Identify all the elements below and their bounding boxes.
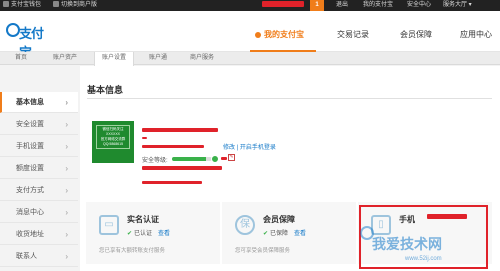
avatar[interactable]: 微信扫码关注 XXXXXX 官方网络交流群 QQ:5868615 xyxy=(92,121,134,163)
chevron-right-icon: › xyxy=(65,164,68,173)
protection-view-link[interactable]: 查看 xyxy=(294,231,306,237)
protection-title: 会员保障 xyxy=(263,215,295,224)
phone-icon xyxy=(3,1,9,8)
check-icon: ✔ xyxy=(127,231,133,237)
divider xyxy=(87,98,492,99)
redacted-email xyxy=(142,166,222,170)
protection-status: ✔ 已保障 查看 xyxy=(263,231,307,237)
watermark-url: www.52ij.com xyxy=(405,256,442,262)
redacted-name xyxy=(142,128,218,132)
sidebar-item-messages[interactable]: 消息中心 › xyxy=(0,202,78,223)
message-count[interactable]: 1 xyxy=(310,0,324,11)
realname-view-link[interactable]: 查看 xyxy=(158,231,170,237)
check-icon: ✔ xyxy=(263,231,269,237)
nav-transactions[interactable]: 交易记录 xyxy=(337,29,369,40)
alipay-logo-icon xyxy=(6,23,20,37)
protection-desc: 您可享受会员保障服务 xyxy=(235,248,291,254)
nav-my-alipay[interactable]: 我的支付宝 xyxy=(255,29,304,40)
page-title: 基本信息 xyxy=(87,85,124,95)
security-level-label: 安全等级: xyxy=(142,158,168,164)
chevron-right-icon: › xyxy=(65,186,68,195)
chevron-right-icon: › xyxy=(65,120,68,129)
chevron-right-icon: › xyxy=(65,230,68,239)
avatar-text: 微信扫码关注 XXXXXX 官方网络交流群 QQ:5868615 xyxy=(96,125,130,149)
sidebar-item-security[interactable]: 安全设置 › xyxy=(0,114,78,135)
security-center-link[interactable]: 安全中心 xyxy=(407,1,431,10)
sidebar-item-contacts[interactable]: 联系人 › xyxy=(0,246,78,267)
id-card-icon: ▭ xyxy=(99,215,119,235)
switch-icon xyxy=(53,1,59,8)
realname-title: 实名认证 xyxy=(127,215,159,224)
redacted-level xyxy=(221,157,227,160)
security-level-knob xyxy=(211,155,219,163)
redacted-mark xyxy=(142,137,147,139)
redacted-login-time xyxy=(142,181,202,184)
sidebar-item-address[interactable]: 收货地址 › xyxy=(0,224,78,245)
user-icon xyxy=(255,31,261,38)
realname-desc: 您已享有大额转账支付服务 xyxy=(99,248,166,254)
redacted-account xyxy=(142,145,204,148)
nav-member-protection[interactable]: 会员保障 xyxy=(400,29,432,40)
sub-nav: 首页 账户资产 账户设置 账户通 商户服务 xyxy=(0,52,500,66)
tab-home[interactable]: 首页 xyxy=(8,52,34,65)
watermark-text: 我爱技术网 xyxy=(372,236,442,252)
tab-account-settings[interactable]: 账户设置 xyxy=(94,52,135,66)
wallet-link[interactable]: 支付宝钱包 xyxy=(3,1,41,10)
username-redacted xyxy=(262,1,304,10)
edit-icon[interactable]: ✎ xyxy=(228,154,235,161)
sidebar-item-payment[interactable]: 支付方式 › xyxy=(0,180,78,201)
realname-card: ▭ 实名认证 ✔ 已认证 查看 您已享有大额转账支付服务 xyxy=(86,202,220,264)
account-links[interactable]: 修改 | 开启手机登录 xyxy=(223,142,276,151)
tab-assets[interactable]: 账户资产 xyxy=(46,52,84,65)
header: 支付宝 我的支付宝 交易记录 会员保障 应用中心 xyxy=(0,11,500,60)
security-level-fill xyxy=(172,157,206,161)
tab-account-link[interactable]: 账户通 xyxy=(142,52,174,65)
chevron-right-icon: › xyxy=(65,252,68,261)
alipay-logo[interactable]: 支付宝 xyxy=(6,21,50,60)
tab-merchant[interactable]: 商户服务 xyxy=(183,52,221,65)
sidebar-item-limits[interactable]: 额度设置 › xyxy=(0,158,78,179)
sidebar: 基本信息 › 安全设置 › 手机设置 › 额度设置 › 支付方式 › 消息中心 › 收货地址… xyxy=(0,92,78,271)
chevron-right-icon: › xyxy=(65,98,68,107)
protection-card: 保 会员保障 ✔ 已保障 查看 您可享受会员保障服务 xyxy=(222,202,356,264)
nav-app-center[interactable]: 应用中心 xyxy=(460,29,492,40)
logout-link[interactable]: 退出 xyxy=(336,1,348,10)
my-alipay-link[interactable]: 我的支付宝 xyxy=(363,1,393,10)
switch-account-link[interactable]: 切换到商户版 xyxy=(53,1,97,10)
redacted-phone xyxy=(427,214,467,219)
top-bar: 支付宝钱包 切换到商户版 1 退出 我的支付宝 安全中心 服务大厅 ▾ xyxy=(0,0,500,11)
shield-icon: 保 xyxy=(235,215,255,235)
sidebar-item-basic-info[interactable]: 基本信息 › xyxy=(0,92,78,113)
chevron-right-icon: › xyxy=(65,208,68,217)
service-hall-dropdown[interactable]: 服务大厅 ▾ xyxy=(443,1,472,10)
chevron-right-icon: › xyxy=(65,142,68,151)
security-level-bar xyxy=(172,157,212,161)
sidebar-item-phone[interactable]: 手机设置 › xyxy=(0,136,78,157)
realname-status: ✔ 已认证 查看 xyxy=(127,231,171,237)
